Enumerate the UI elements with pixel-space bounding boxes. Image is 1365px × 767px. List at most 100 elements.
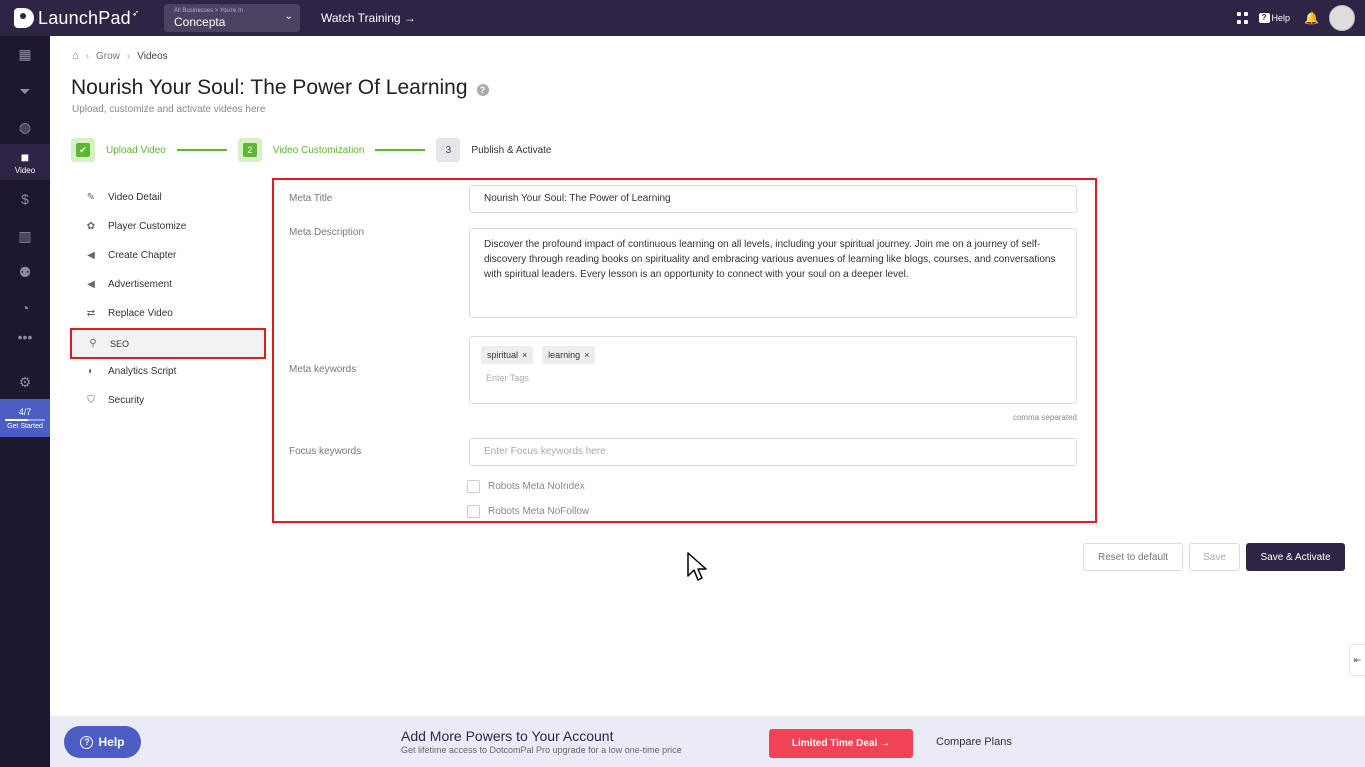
breadcrumb-grow[interactable]: Grow: [96, 51, 120, 62]
get-started-button[interactable]: 4/7 Get Started: [0, 399, 50, 437]
remove-tag-icon[interactable]: ×: [584, 350, 589, 360]
get-started-count: 4/7: [18, 406, 32, 417]
focus-keywords-input[interactable]: Enter Focus keywords here: [469, 438, 1077, 466]
tag-chip: spiritual ×: [481, 346, 534, 364]
help-icon: ?: [1258, 13, 1270, 23]
question-icon[interactable]: ?: [476, 83, 489, 96]
limited-time-deal-button[interactable]: Limited Time Deal →: [769, 729, 913, 758]
app-name: LaunchPad: [38, 7, 131, 28]
remove-tag-icon[interactable]: ×: [522, 350, 527, 360]
analytics-icon: ◐: [87, 366, 95, 377]
promo-subtitle: Get lifetime access to DotcomPal Pro upg…: [401, 745, 682, 755]
meta-description-textarea[interactable]: Discover the profound impact of continuo…: [469, 228, 1077, 318]
save-button[interactable]: Save: [1189, 543, 1240, 571]
settings-gear-icon[interactable]: ⚙: [0, 367, 50, 397]
menu-item-analytics-script[interactable]: ◐ Analytics Script: [70, 357, 266, 386]
step-connector: [176, 149, 227, 151]
menu-item-label: Create Chapter: [108, 250, 177, 261]
funnel-icon[interactable]: ⏷: [0, 76, 50, 106]
menu-item-advertisement[interactable]: ◀ Advertisement: [70, 270, 266, 299]
more-icon[interactable]: •••: [0, 322, 50, 352]
menu-item-label: SEO: [110, 338, 130, 349]
business-selector-caption: All Businesses > You're In: [174, 8, 244, 14]
side-nav: ▦ ⏷ ◍ ■ Video $ ▥ ⚉ ◔ ••• ⚙ 4/7 Get Star…: [0, 36, 50, 767]
video-camera-icon: ■: [20, 149, 30, 165]
promo-title: Add More Powers to Your Account: [401, 728, 614, 744]
focus-keywords-label: Focus keywords: [289, 446, 362, 457]
mouse-cursor-icon: [687, 552, 707, 581]
save-and-activate-button[interactable]: Save & Activate: [1246, 543, 1345, 571]
business-name: Concepta: [174, 15, 226, 29]
collapse-handle-icon[interactable]: ⇤: [1349, 644, 1365, 676]
step-3-box[interactable]: 3: [436, 138, 461, 162]
rocket-icon: ➶: [131, 7, 140, 18]
menu-item-label: Analytics Script: [108, 366, 177, 377]
dashboard-icon[interactable]: ▦: [0, 39, 50, 69]
app-logo[interactable]: LaunchPad ➶: [14, 8, 154, 29]
page-title: Nourish Your Soul: The Power Of Learning…: [71, 76, 489, 100]
step-2-number: 2: [242, 143, 257, 157]
step-2-label[interactable]: Video Customization: [273, 145, 365, 156]
megaphone-icon: ◀: [87, 250, 95, 261]
stepper: ✔ Upload Video 2 Video Customization 3 P…: [71, 138, 551, 162]
step-1-box[interactable]: ✔: [71, 138, 95, 162]
apps-grid-icon[interactable]: [1236, 12, 1249, 24]
help-icon: ?: [80, 735, 94, 749]
seo-form-panel: Meta Title Nourish Your Soul: The Power …: [272, 178, 1097, 523]
globe-icon[interactable]: ◍: [0, 112, 50, 142]
users-icon[interactable]: ⚉: [0, 257, 50, 287]
menu-item-security[interactable]: ⛉ Security: [70, 386, 266, 415]
dollar-icon[interactable]: $: [0, 184, 50, 214]
edit-icon: ✎: [86, 192, 96, 203]
tags-placeholder[interactable]: Enter Tags: [486, 373, 1062, 383]
meta-description-label: Meta Description: [289, 227, 365, 238]
menu-item-replace-video[interactable]: ⇄ Replace Video: [70, 299, 266, 328]
home-icon[interactable]: ⌂: [72, 50, 79, 62]
meta-keywords-label: Meta keywords: [289, 364, 357, 375]
nav-item-video[interactable]: ■ Video: [0, 144, 50, 180]
help-label: Help: [1271, 13, 1291, 23]
step-1-label[interactable]: Upload Video: [106, 145, 166, 156]
comma-separated-hint: comma separated: [1012, 413, 1077, 422]
customization-menu: ✎ Video Detail ✿ Player Customize ◀ Crea…: [70, 183, 266, 415]
breadcrumb: ⌂ › Grow › Videos: [72, 50, 168, 62]
help-link[interactable]: ? Help: [1258, 13, 1291, 23]
meta-keywords-tag-input[interactable]: spiritual × learning × Enter Tags: [469, 336, 1077, 404]
nofollow-checkbox-row[interactable]: Robots Meta NoFollow: [467, 505, 589, 518]
help-button[interactable]: ? Help: [64, 726, 141, 758]
reset-to-default-button[interactable]: Reset to default: [1083, 543, 1183, 571]
step-3-label[interactable]: Publish & Activate: [471, 145, 551, 156]
menu-item-create-chapter[interactable]: ◀ Create Chapter: [70, 241, 266, 270]
checkmark-icon: ✔: [76, 143, 90, 157]
chevron-down-icon: ⌄: [284, 11, 293, 22]
noindex-checkbox-row[interactable]: Robots Meta NoIndex: [467, 480, 585, 493]
gauge-icon[interactable]: ◔: [0, 293, 50, 323]
tag-label: spiritual: [487, 350, 519, 360]
meta-title-label: Meta Title: [289, 193, 333, 204]
menu-item-video-detail[interactable]: ✎ Video Detail: [70, 183, 266, 212]
step-2-box[interactable]: 2: [237, 138, 262, 162]
watch-training-link[interactable]: Watch Training →: [321, 11, 416, 25]
menu-item-label: Video Detail: [108, 192, 162, 203]
compare-plans-link[interactable]: Compare Plans: [936, 736, 1012, 748]
tag-label: learning: [548, 350, 581, 360]
step-3-number: 3: [445, 144, 452, 156]
meta-title-input[interactable]: Nourish Your Soul: The Power of Learning: [469, 185, 1077, 213]
swap-icon: ⇄: [86, 308, 96, 319]
menu-item-label: Replace Video: [108, 308, 173, 319]
tag-list: spiritual × learning ×: [481, 346, 1062, 364]
noindex-checkbox[interactable]: [467, 480, 480, 493]
breadcrumb-videos[interactable]: Videos: [137, 51, 167, 62]
noindex-label: Robots Meta NoIndex: [488, 481, 585, 492]
menu-item-seo[interactable]: ⚲ SEO: [70, 328, 266, 359]
menu-item-player-customize[interactable]: ✿ Player Customize: [70, 212, 266, 241]
nofollow-checkbox[interactable]: [467, 505, 480, 518]
tag-chip: learning ×: [542, 346, 596, 364]
bell-icon[interactable]: 🔔: [1304, 11, 1319, 25]
logo-icon: [14, 8, 34, 28]
get-started-label: Get Started: [7, 422, 43, 430]
avatar[interactable]: [1329, 5, 1355, 31]
business-selector[interactable]: All Businesses > You're In Concepta ⌄: [164, 4, 300, 32]
help-button-label: Help: [98, 735, 125, 749]
bar-chart-icon[interactable]: ▥: [0, 221, 50, 251]
